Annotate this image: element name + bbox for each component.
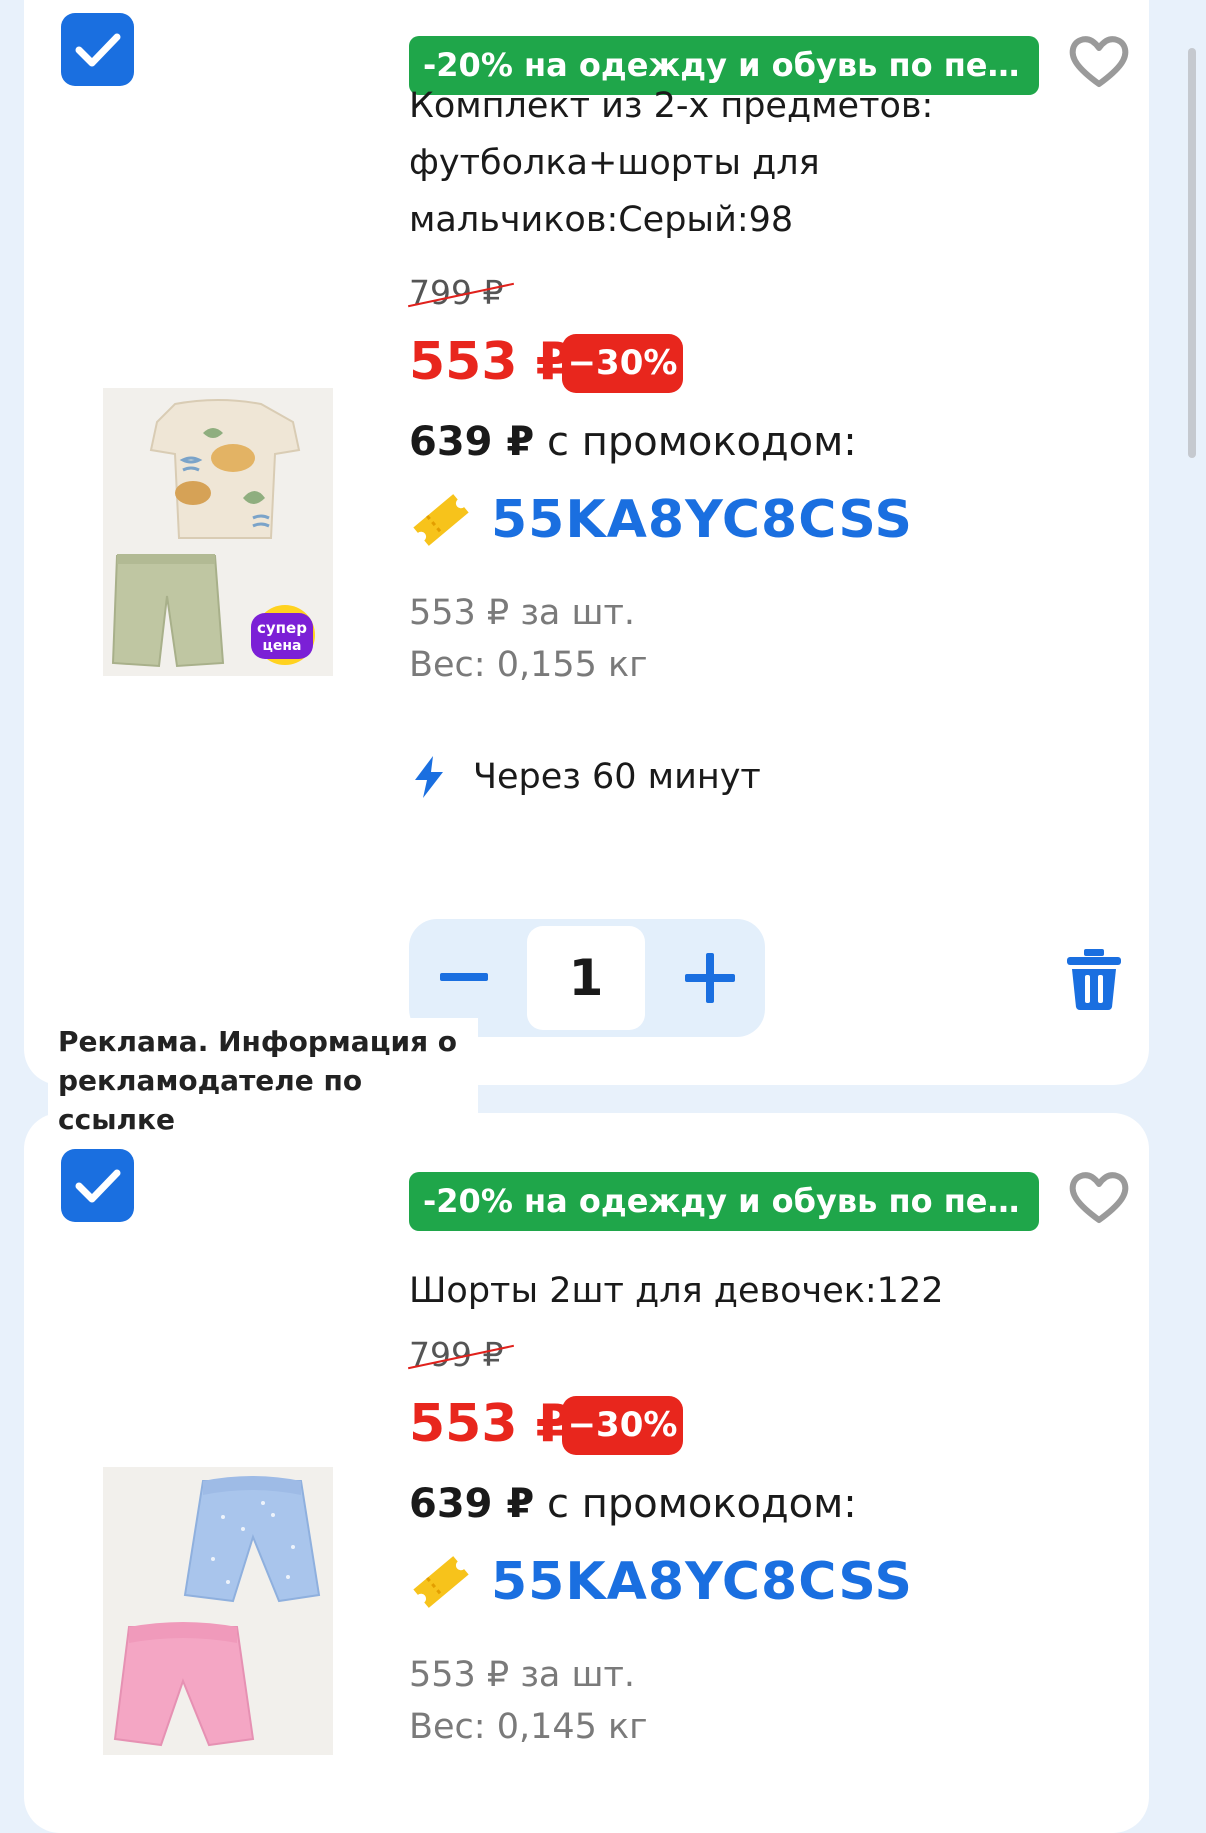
ticket-icon xyxy=(413,494,469,546)
promo-price-suffix: с промокодом: xyxy=(534,419,857,465)
unit-price: 553 ₽ за шт. xyxy=(409,1655,636,1695)
product-title[interactable]: Шорты 2шт для девочек:122 xyxy=(409,1263,1029,1320)
product-title[interactable]: Комплект из 2-х предметов: футболка+шорт… xyxy=(409,78,1029,249)
ad-disclaimer[interactable]: Реклама. Информация о рекламодателе по с… xyxy=(48,1018,478,1143)
promo-code-row[interactable]: 55KA8YC8CSS xyxy=(409,1547,913,1617)
product-image[interactable]: супер цена xyxy=(103,388,333,676)
increase-button[interactable] xyxy=(655,919,765,1037)
promo-code[interactable]: 55KA8YC8CSS xyxy=(491,490,913,550)
ticket-icon xyxy=(413,1556,469,1608)
cart-item-card: -20% на одежду и обувь по пе… Комплект и… xyxy=(24,0,1149,1085)
promo-code[interactable]: 55KA8YC8CSS xyxy=(491,1552,913,1612)
delivery-label: Через 60 минут xyxy=(473,757,761,797)
discount-badge: −30% xyxy=(562,1396,683,1455)
delivery-time: Через 60 минут xyxy=(409,754,761,800)
badge-line-1: супер xyxy=(257,619,307,637)
lightning-icon xyxy=(415,756,443,798)
quantity-value[interactable]: 1 xyxy=(527,926,645,1030)
select-item-checkbox[interactable] xyxy=(61,1149,134,1222)
cart-item-card: -20% на одежду и обувь по пе… Шорты 2шт … xyxy=(24,1113,1149,1833)
checkmark-icon xyxy=(75,33,120,66)
item-weight: Вес: 0,145 кг xyxy=(409,1707,648,1747)
plus-icon xyxy=(685,953,735,1003)
old-price-value: 799 ₽ xyxy=(409,1335,504,1374)
old-price: 799 ₽ xyxy=(407,273,515,312)
minus-icon xyxy=(440,973,488,981)
item-weight: Вес: 0,155 кг xyxy=(409,645,648,685)
current-price: 553 ₽ xyxy=(409,332,572,392)
select-item-checkbox[interactable] xyxy=(61,13,134,86)
old-price-value: 799 ₽ xyxy=(409,273,504,312)
unit-price: 553 ₽ за шт. xyxy=(409,593,636,633)
heart-icon[interactable] xyxy=(1067,1170,1131,1226)
heart-icon[interactable] xyxy=(1067,34,1131,90)
checkmark-icon xyxy=(75,1169,120,1202)
promo-price-value: 639 ₽ xyxy=(409,419,535,465)
promo-price-suffix: с промокодом: xyxy=(534,1481,857,1527)
scrollbar[interactable] xyxy=(1188,48,1196,458)
promo-banner[interactable]: -20% на одежду и обувь по пе… xyxy=(409,1172,1039,1231)
discount-badge: −30% xyxy=(562,334,683,393)
product-image[interactable] xyxy=(103,1467,333,1755)
promo-code-row[interactable]: 55KA8YC8CSS xyxy=(409,485,913,555)
trash-icon[interactable] xyxy=(1064,947,1124,1011)
promo-price-value: 639 ₽ xyxy=(409,1481,535,1527)
promo-price-line: 639 ₽ с промокодом: xyxy=(409,1479,857,1529)
badge-line-2: цена xyxy=(263,638,302,654)
current-price: 553 ₽ xyxy=(409,1394,572,1454)
promo-price-line: 639 ₽ с промокодом: xyxy=(409,417,857,467)
old-price: 799 ₽ xyxy=(407,1335,515,1374)
